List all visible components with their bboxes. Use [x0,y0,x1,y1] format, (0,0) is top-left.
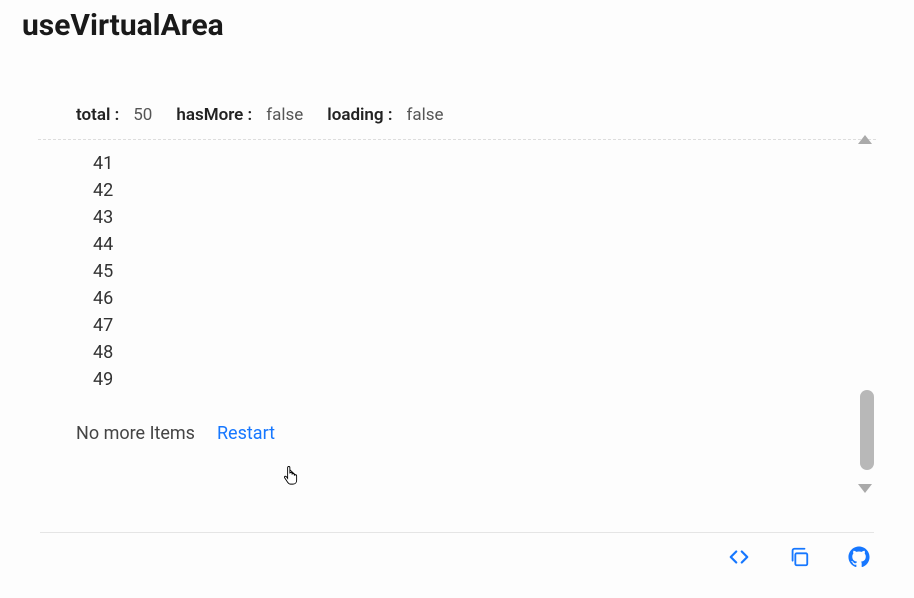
list-item: 45 [93,258,876,285]
scrollbar-thumb[interactable] [860,390,874,470]
status-loading-value: false [406,105,443,125]
scroll-down-icon[interactable] [858,484,872,493]
list-item: 44 [93,231,876,258]
list-item: 49 [93,366,876,393]
list-item: 42 [93,177,876,204]
cursor-pointer-icon [282,465,300,487]
copy-icon[interactable] [788,546,810,568]
status-hasmore-label: hasMore : [176,105,252,125]
status-total-value: 50 [133,105,152,125]
list-item: 47 [93,312,876,339]
demo-toolbar [728,546,870,568]
list-footer: No more Items Restart [38,393,876,444]
status-total: total : 50 [76,105,152,125]
status-bar: total : 50 hasMore : false loading : fal… [38,91,876,140]
no-more-text: No more Items [76,423,195,444]
status-total-label: total : [76,105,119,125]
status-hasmore: hasMore : false [176,105,303,125]
list-item: 48 [93,339,876,366]
status-loading: loading : false [327,105,443,125]
code-icon[interactable] [728,546,750,568]
divider [40,532,874,533]
list-item: 43 [93,204,876,231]
restart-link[interactable]: Restart [217,423,275,444]
demo-container: total : 50 hasMore : false loading : fal… [38,91,876,444]
status-hasmore-value: false [266,105,303,125]
list-item: 41 [93,150,876,177]
github-icon[interactable] [848,546,870,568]
status-loading-label: loading : [327,105,392,125]
scroll-up-icon[interactable] [858,135,872,144]
list-item: 46 [93,285,876,312]
list-viewport[interactable]: 41 42 43 44 45 46 47 48 49 [38,140,876,393]
page-title: useVirtualArea [0,0,914,43]
